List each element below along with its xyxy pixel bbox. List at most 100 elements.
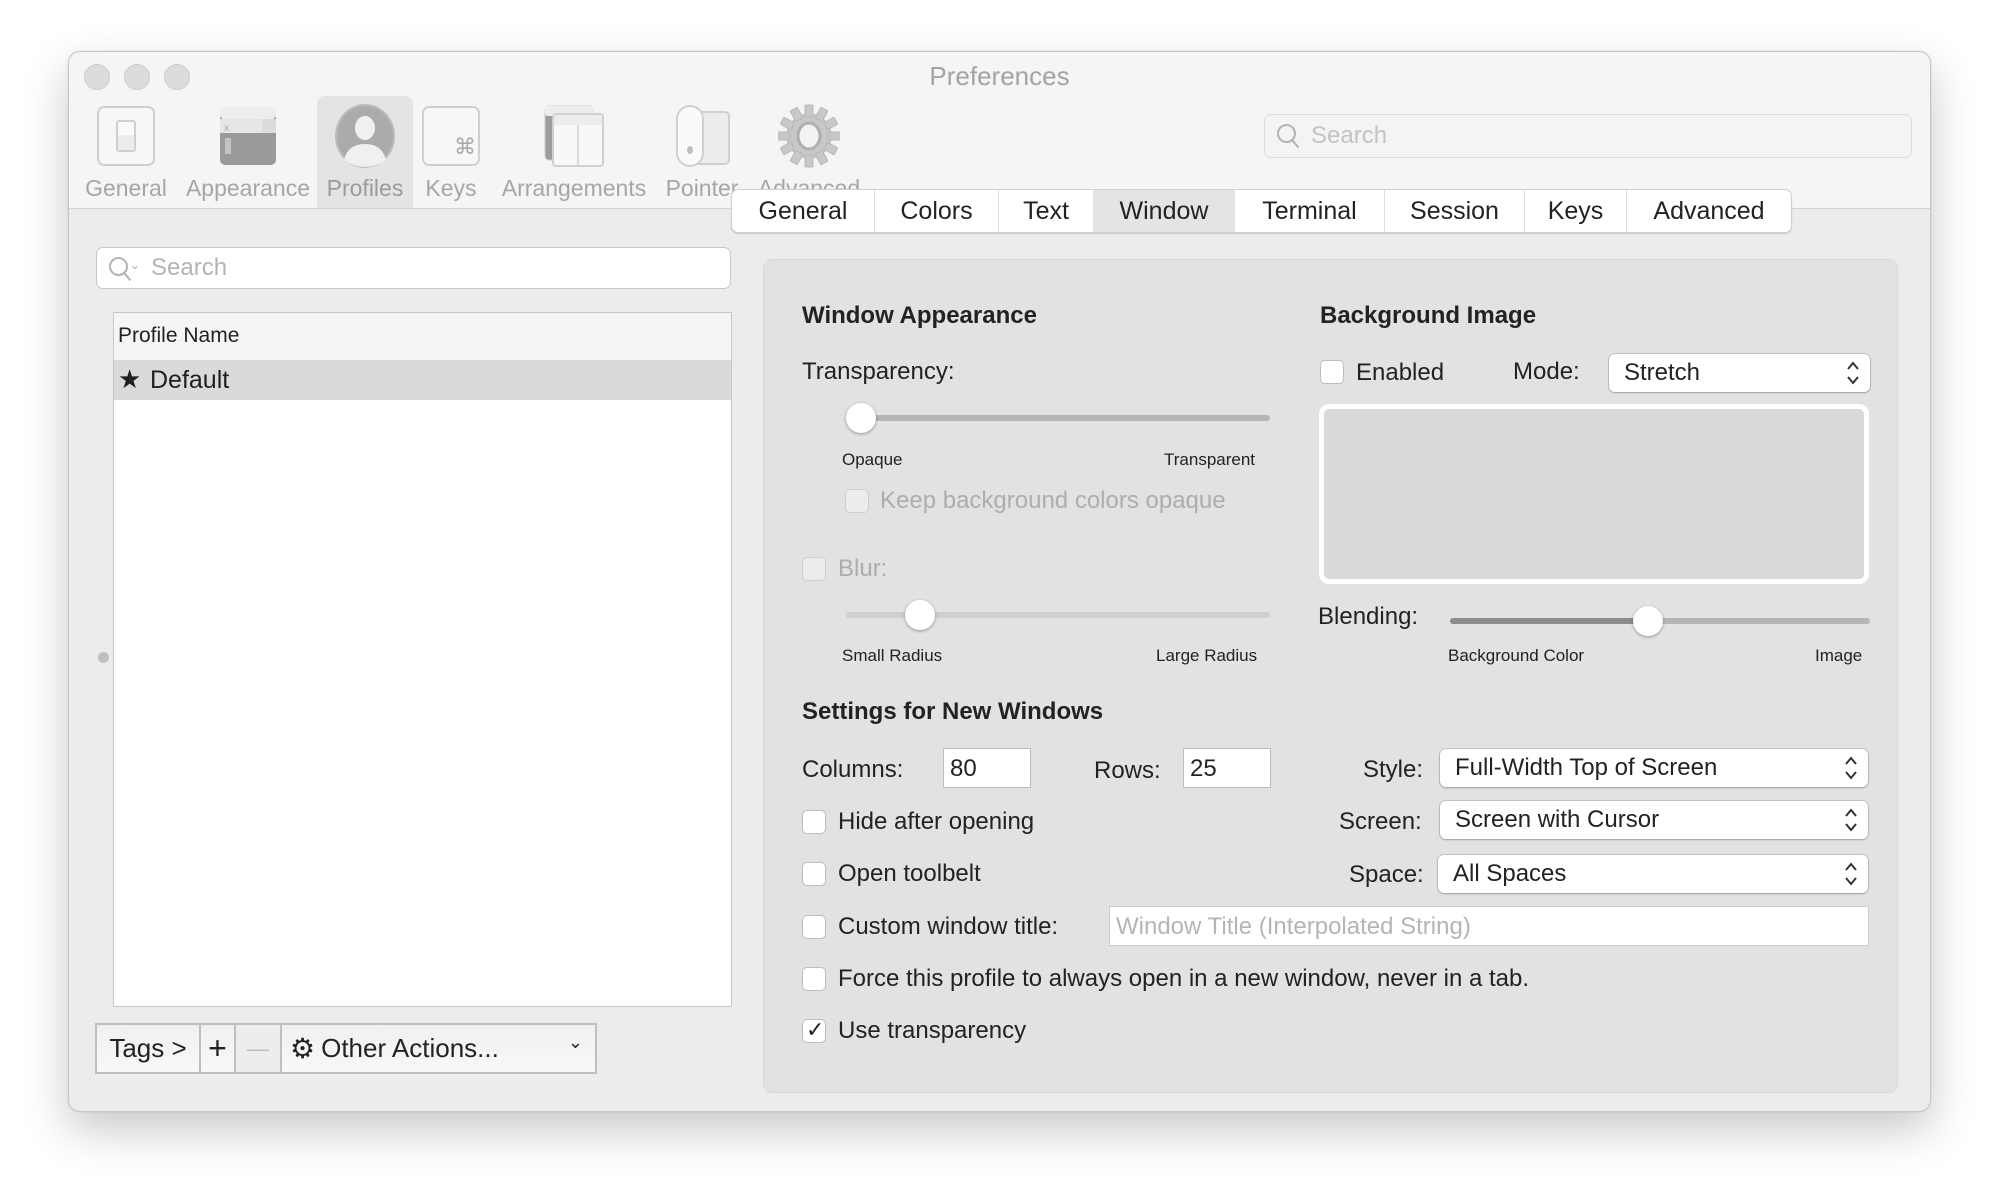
tab-keys[interactable]: Keys	[1525, 190, 1627, 232]
blending-slider[interactable]	[1450, 606, 1870, 636]
chevron-down-icon: ⌄	[567, 1032, 583, 1052]
tab-text[interactable]: Text	[999, 190, 1094, 232]
open-toolbelt-label: Open toolbelt	[838, 860, 981, 887]
profile-tabs: General Colors Text Window Terminal Sess…	[731, 189, 1792, 233]
search-icon	[109, 257, 128, 276]
screen-value: Screen with Cursor	[1455, 806, 1660, 833]
updown-chevron-icon	[1845, 756, 1857, 780]
profile-actions-bar: Tags > + — ⚙ Other Actions... ⌄	[95, 1023, 597, 1074]
profile-table: Profile Name ★ Default	[113, 312, 732, 1007]
style-value: Full-Width Top of Screen	[1455, 754, 1718, 781]
column-header-label: Profile Name	[118, 324, 240, 347]
new-windows-heading: Settings for New Windows	[802, 698, 1104, 725]
style-select[interactable]: Full-Width Top of Screen	[1440, 749, 1868, 787]
profile-name: Default	[150, 366, 230, 394]
background-image-well[interactable]	[1319, 404, 1869, 584]
slider-knob[interactable]	[846, 403, 876, 433]
other-actions-dropdown[interactable]: ⚙ Other Actions... ⌄	[282, 1025, 595, 1072]
tab-general[interactable]: General	[732, 190, 875, 232]
toolbar: Preferences General x Appearance Profile…	[69, 52, 1930, 209]
force-new-window-checkbox[interactable]	[802, 967, 826, 991]
keep-bg-opaque-checkbox[interactable]	[845, 489, 869, 513]
preferences-search-input[interactable]: Search	[1264, 114, 1912, 158]
open-toolbelt-checkbox[interactable]	[802, 862, 826, 886]
slider-knob[interactable]	[905, 600, 936, 630]
window-title: Preferences	[929, 61, 1070, 91]
chevron-down-icon: ⌄	[130, 258, 141, 272]
custom-window-title-checkbox[interactable]	[802, 915, 826, 939]
background-image-enabled-checkbox[interactable]	[1320, 360, 1344, 384]
gear-icon: ⚙	[290, 1033, 316, 1064]
tab-colors[interactable]: Colors	[875, 190, 999, 232]
blur-max-label: Large Radius	[1156, 646, 1258, 665]
profile-person-icon	[334, 104, 396, 168]
checkmark-icon: ✓	[806, 1017, 825, 1042]
tab-window[interactable]: Window	[1094, 190, 1235, 232]
blending-min-label: Background Color	[1448, 646, 1585, 665]
blur-checkbox[interactable]	[802, 557, 826, 581]
custom-window-title-label: Custom window title:	[838, 913, 1059, 940]
tab-terminal[interactable]: Terminal	[1235, 190, 1385, 232]
svg-text:⌘: ⌘	[454, 135, 476, 160]
toolbar-item-arrangements[interactable]: Arrangements	[497, 96, 651, 208]
use-transparency-label: Use transparency	[838, 1017, 1027, 1044]
rows-input[interactable]: 25	[1183, 748, 1271, 788]
default-star-icon: ★	[118, 364, 142, 394]
use-transparency-checkbox[interactable]: ✓	[802, 1017, 826, 1043]
space-select[interactable]: All Spaces	[1438, 855, 1868, 893]
toolbar-label: General	[85, 175, 167, 201]
force-new-window-label: Force this profile to always open in a n…	[838, 965, 1530, 992]
columns-input[interactable]: 80	[943, 748, 1031, 788]
screen-label: Screen:	[1339, 808, 1422, 835]
svg-text:x: x	[224, 123, 229, 134]
style-label: Style:	[1363, 756, 1424, 783]
remove-profile-button[interactable]: —	[236, 1025, 282, 1072]
transparency-min-label: Opaque	[842, 450, 903, 469]
toolbar-item-keys[interactable]: ⌘ Keys	[415, 96, 487, 208]
slider-fill	[1450, 618, 1649, 624]
mode-label: Mode:	[1513, 358, 1580, 385]
add-profile-button[interactable]: +	[201, 1025, 236, 1072]
column-header-profile-name[interactable]: Profile Name	[114, 313, 731, 361]
hide-after-opening-label: Hide after opening	[838, 808, 1035, 835]
split-view-handle[interactable]	[98, 652, 109, 663]
blending-max-label: Image	[1815, 646, 1863, 665]
toolbar-label: Profiles	[326, 175, 404, 201]
search-icon	[1277, 124, 1296, 143]
profile-search-input[interactable]: ⌄ Search	[96, 247, 731, 289]
search-placeholder: Search	[1311, 122, 1388, 149]
tab-advanced[interactable]: Advanced	[1627, 190, 1791, 232]
transparency-max-label: Transparent	[1164, 450, 1256, 469]
search-placeholder: Search	[151, 254, 228, 281]
toolbar-item-appearance[interactable]: x Appearance	[183, 96, 313, 208]
blur-slider[interactable]	[846, 600, 1270, 630]
tags-button[interactable]: Tags >	[97, 1025, 201, 1072]
hide-after-opening-checkbox[interactable]	[802, 810, 826, 834]
toolbar-label: Appearance	[185, 175, 311, 201]
tab-session[interactable]: Session	[1385, 190, 1525, 232]
appearance-window-icon: x	[217, 104, 279, 168]
blending-label: Blending:	[1318, 603, 1419, 630]
enabled-label: Enabled	[1356, 359, 1445, 386]
custom-window-title-input[interactable]: Window Title (Interpolated String)	[1109, 906, 1869, 946]
mouse-pointer-icon	[671, 104, 733, 168]
blur-label: Blur:	[838, 555, 888, 582]
transparency-label: Transparency:	[802, 358, 955, 385]
table-row[interactable]: ★ Default	[114, 361, 731, 400]
custom-window-title-placeholder: Window Title (Interpolated String)	[1116, 913, 1471, 940]
window-appearance-heading: Window Appearance	[802, 302, 1037, 329]
transparency-slider[interactable]	[846, 403, 1270, 433]
arrangements-windows-icon	[543, 104, 605, 168]
screen-select[interactable]: Screen with Cursor	[1440, 801, 1868, 839]
background-image-heading: Background Image	[1320, 302, 1537, 329]
updown-chevron-icon	[1845, 808, 1857, 832]
updown-chevron-icon	[1845, 862, 1857, 886]
blur-min-label: Small Radius	[842, 646, 943, 665]
mode-select[interactable]: Stretch	[1609, 354, 1870, 392]
general-switch-icon	[95, 104, 157, 168]
toolbar-label: Arrangements	[501, 175, 647, 201]
rows-label: Rows:	[1094, 757, 1161, 784]
toolbar-item-general[interactable]: General	[75, 96, 177, 208]
columns-label: Columns:	[802, 756, 904, 783]
toolbar-item-profiles[interactable]: Profiles	[317, 96, 413, 208]
